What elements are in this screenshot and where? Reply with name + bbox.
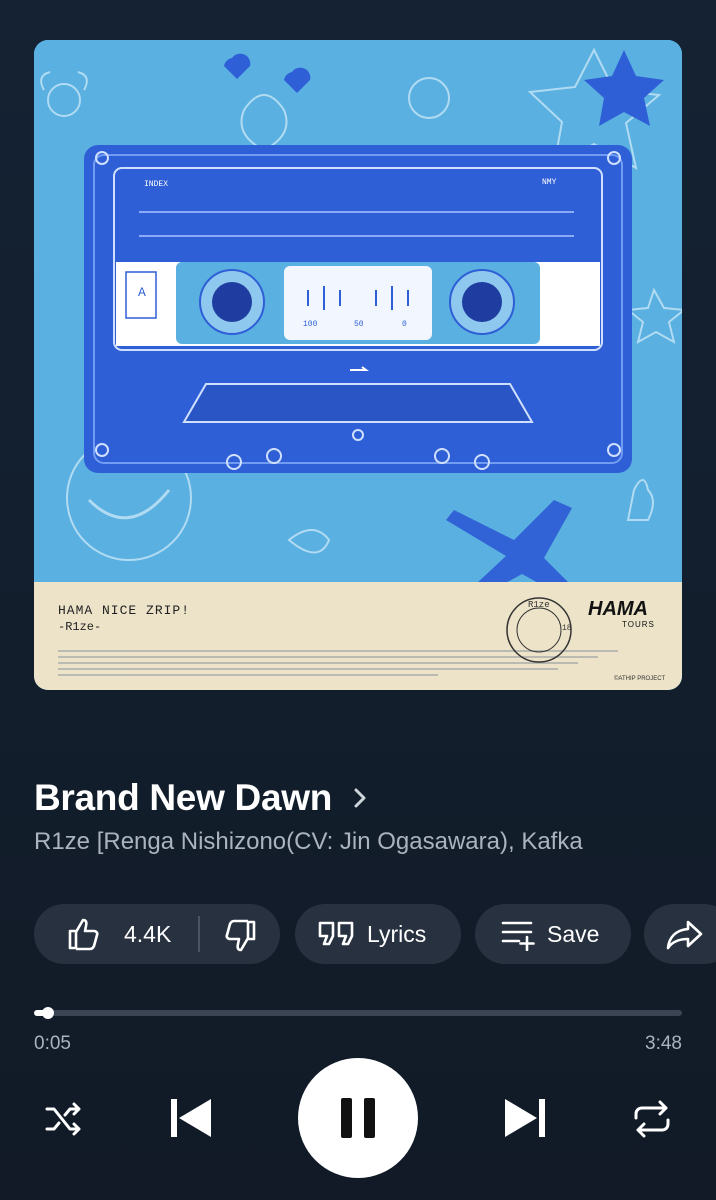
album-art-stamp-number: 18 — [562, 624, 572, 633]
album-art: A INDEX NMY 100 50 0 HAMA NICE ZRIP! -R1… — [34, 40, 682, 690]
now-playing-screen: A INDEX NMY 100 50 0 HAMA NICE ZRIP! -R1… — [0, 0, 716, 1200]
like-dislike-chip: 4.4K — [34, 904, 280, 964]
duration: 3:48 — [645, 1033, 682, 1054]
repeat-button[interactable] — [628, 1098, 676, 1140]
quote-icon — [318, 921, 354, 946]
repeat-icon — [634, 1100, 670, 1138]
save-button[interactable]: Save — [475, 904, 631, 964]
current-time: 0:05 — [34, 1033, 71, 1054]
share-icon — [666, 920, 703, 950]
album-art-title-text: HAMA NICE ZRIP! — [58, 603, 191, 618]
action-chips: 4.4K Lyrics Save — [34, 904, 716, 964]
shuffle-icon — [45, 1102, 81, 1136]
album-art-illustration — [34, 40, 682, 690]
song-title[interactable]: Brand New Dawn — [34, 777, 332, 819]
skip-next-icon — [505, 1099, 545, 1137]
like-button[interactable]: 4.4K — [34, 904, 198, 964]
save-label: Save — [547, 921, 600, 947]
album-art-counter-0: 0 — [402, 320, 407, 329]
album-art-index-label: INDEX — [144, 180, 169, 189]
song-artist[interactable]: R1ze [Renga Nishizono(CV: Jin Ogasawara)… — [34, 828, 694, 856]
share-button[interactable] — [644, 904, 716, 964]
album-art-counter-50: 50 — [354, 320, 364, 329]
previous-button[interactable] — [160, 1090, 220, 1146]
lyrics-label: Lyrics — [367, 921, 427, 947]
chevron-right-icon — [354, 788, 366, 808]
thumbs-up-icon — [68, 918, 99, 951]
progress-thumb[interactable] — [42, 1007, 55, 1019]
shuffle-button[interactable] — [40, 1098, 88, 1140]
album-art-side-label: A — [138, 285, 146, 300]
skip-previous-icon — [171, 1099, 211, 1137]
album-art-nmy-label: NMY — [542, 178, 557, 187]
playlist-add-icon — [501, 921, 535, 951]
song-title-row[interactable]: Brand New Dawn — [34, 776, 370, 820]
lyrics-button[interactable]: Lyrics — [295, 904, 461, 964]
pause-button[interactable] — [298, 1058, 418, 1178]
pause-icon — [341, 1098, 375, 1138]
album-art-brand-sub: TOURS — [622, 620, 655, 629]
album-art-copyright: ©ATHIP PROJECT — [614, 676, 666, 682]
album-art-counter-100: 100 — [303, 320, 318, 329]
thumbs-down-icon — [225, 919, 256, 952]
like-count: 4.4K — [124, 921, 172, 947]
next-button[interactable] — [496, 1090, 556, 1146]
dislike-button[interactable] — [200, 904, 280, 964]
album-art-stamp-text: R1ze — [528, 600, 550, 610]
album-art-brand-logo: HAMA — [588, 598, 648, 620]
album-art-artist-text: -R1ze- — [58, 620, 102, 634]
progress-bar[interactable] — [34, 1007, 682, 1019]
